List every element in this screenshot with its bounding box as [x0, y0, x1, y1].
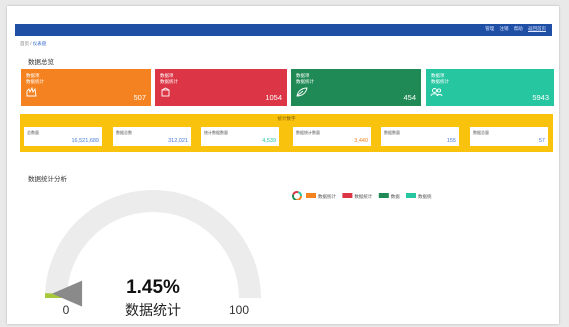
overview-section-title: 数据总览 — [28, 59, 54, 66]
page-frame — [7, 6, 559, 324]
nav-link-logout[interactable]: 注销 — [499, 26, 508, 31]
stat-card-1[interactable]: 数据项 数据统计 507 — [21, 69, 151, 106]
stat-card-2[interactable]: 数据项 数据统计 1054 — [155, 69, 287, 106]
stat-label: 数据数量 — [384, 130, 400, 135]
stat-value: 3,440 — [354, 138, 368, 144]
hand-icon — [26, 87, 37, 97]
leaf-icon — [296, 87, 308, 97]
stat-label: 数据总数 — [116, 130, 132, 135]
box-icon — [161, 87, 170, 97]
card-value: 5943 — [532, 93, 549, 102]
breadcrumb-home[interactable]: 首页 — [20, 41, 29, 46]
stat-card-4[interactable]: 数据项 数据统计 5943 — [426, 69, 554, 106]
stat-label: 数据总量 — [473, 130, 489, 135]
legend-swatch — [406, 193, 416, 198]
stat-value: 16,521,689 — [71, 138, 99, 144]
card-subtitle: 数据统计 — [431, 78, 449, 84]
stat-box-1[interactable]: 总数量 16,521,689 — [24, 127, 102, 146]
chart-legend: 数据统计 数据统计 数据 数据统计 — [292, 191, 432, 200]
donut-legend-icon — [292, 191, 302, 200]
stats-panel: 统计数字 总数量 16,521,689 数据总数 312,021 统计数据数量 … — [20, 114, 553, 152]
stat-box-6[interactable]: 数据总量 57 — [470, 127, 548, 146]
stat-box-4[interactable]: 数据统计数量 3,440 — [293, 127, 371, 146]
stat-card-3[interactable]: 数据项 数据统计 454 — [291, 69, 421, 106]
top-nav-bar: 管理 注销 帮助 返回首页 — [15, 24, 552, 36]
stat-box-2[interactable]: 数据总数 312,021 — [113, 127, 191, 146]
top-nav-links: 管理 注销 帮助 返回首页 — [481, 26, 546, 32]
card-value: 507 — [133, 93, 146, 102]
legend-label[interactable]: 数据统计 — [354, 193, 372, 200]
legend-label[interactable]: 数据统计 — [418, 193, 432, 200]
stats-panel-title: 统计数字 — [277, 116, 296, 121]
nav-link-admin[interactable]: 管理 — [485, 26, 494, 31]
legend-label[interactable]: 数据统计 — [318, 193, 336, 200]
stat-value: 312,021 — [168, 138, 188, 144]
stat-value: 4,539 — [262, 138, 276, 144]
nav-link-home[interactable]: 返回首页 — [528, 26, 546, 31]
stat-value: 57 — [538, 138, 545, 144]
breadcrumb-current: 仪表盘 — [32, 41, 47, 46]
card-subtitle: 数据统计 — [26, 78, 44, 84]
legend-label[interactable]: 数据 — [391, 193, 400, 200]
legend-swatch — [306, 193, 316, 198]
nav-link-help[interactable]: 帮助 — [514, 26, 523, 31]
stat-label: 数据统计数量 — [296, 130, 320, 135]
analysis-section-title: 数据统计分析 — [28, 176, 67, 183]
legend-swatch — [378, 193, 389, 198]
stat-box-5[interactable]: 数据数量 155 — [381, 127, 459, 146]
breadcrumb: 首页 / 仪表盘 — [20, 41, 46, 47]
legend-swatch — [342, 193, 353, 198]
stat-value: 155 — [446, 138, 456, 144]
stat-label: 总数量 — [27, 130, 39, 135]
card-value: 454 — [403, 93, 416, 102]
users-icon — [430, 88, 443, 97]
card-value: 1054 — [265, 93, 282, 102]
breadcrumb-separator: / — [30, 41, 32, 46]
card-subtitle: 数据统计 — [296, 78, 314, 84]
stat-box-3[interactable]: 统计数据数量 4,539 — [201, 127, 279, 146]
stat-label: 统计数据数量 — [204, 130, 228, 135]
card-subtitle: 数据统计 — [160, 78, 178, 84]
